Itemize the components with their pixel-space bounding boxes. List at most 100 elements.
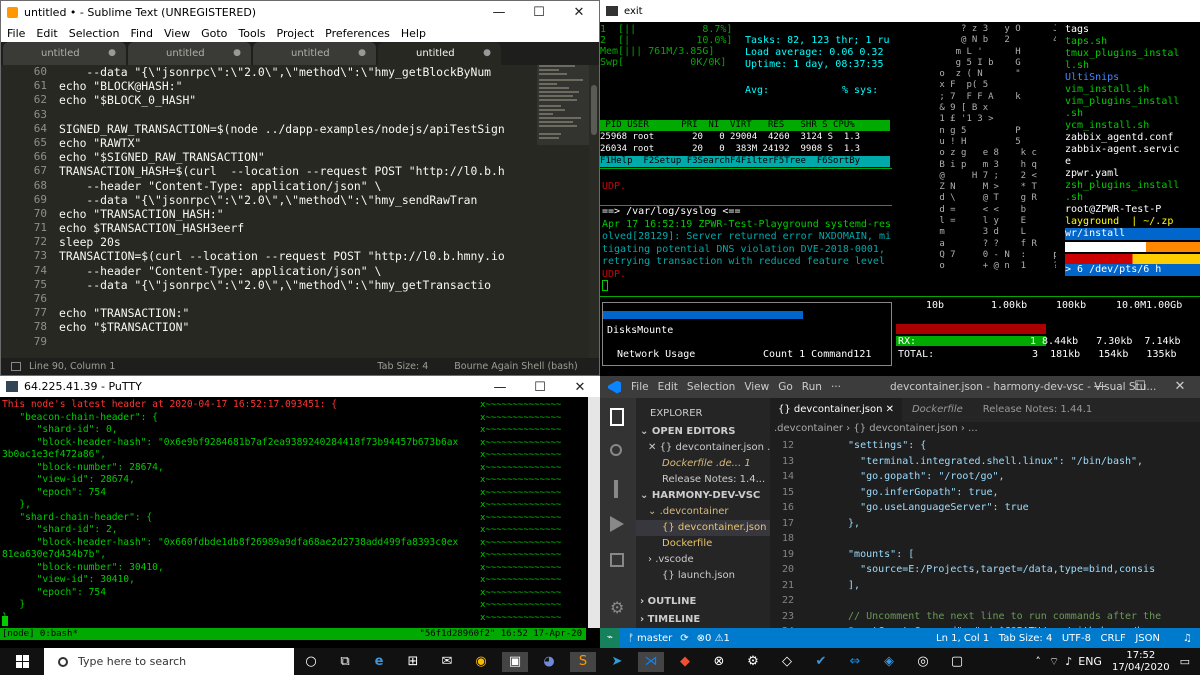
menu-view[interactable]: View	[744, 381, 769, 393]
menu-selection[interactable]: Selection	[69, 27, 120, 40]
source-control-icon[interactable]	[614, 480, 618, 498]
process-row[interactable]: 25968 root 20 0 29004 4260 3124 S 1.3	[600, 132, 890, 143]
cortana-icon[interactable]: ○	[298, 652, 324, 672]
sublime-tab[interactable]: untitled ●	[128, 42, 251, 65]
dirty-dot-icon[interactable]: ●	[358, 42, 366, 65]
scroll-thumb[interactable]	[591, 85, 597, 135]
close-button[interactable]: ✕	[560, 376, 600, 399]
discord-icon[interactable]: ◕	[536, 652, 562, 672]
process-row[interactable]: 26034 root 20 0 383M 24192 9908 S 1.3	[600, 144, 890, 155]
bell-icon[interactable]: ♫	[1183, 633, 1192, 644]
task-view-icon[interactable]: ⧉	[332, 652, 358, 672]
vscode-taskbar-icon[interactable]: ⋊	[638, 651, 664, 672]
settings-icon[interactable]: ⚙	[740, 652, 766, 672]
outline-section[interactable]: › OUTLINE	[636, 594, 696, 610]
editor-tab[interactable]: Release Notes: 1.44.1	[973, 398, 1103, 422]
remote-indicator[interactable]: ⌁	[600, 628, 620, 648]
telegram-icon[interactable]: ➤	[604, 652, 630, 672]
camera-icon[interactable]: ◎	[910, 652, 936, 672]
sublime-tab-active[interactable]: untitled ●	[378, 42, 501, 65]
editor-tab[interactable]: Dockerfile	[902, 398, 973, 422]
htop-function-keys[interactable]: F1Help F2Setup F3SearchF4FilterF5Tree F6…	[600, 156, 890, 167]
close-button[interactable]: ✕	[559, 1, 599, 24]
tree-folder[interactable]: › .vscode	[636, 552, 770, 568]
tmux-session[interactable]: [node] 0:bash*	[2, 629, 78, 639]
close-button[interactable]: ✕	[1160, 376, 1200, 398]
search-icon[interactable]	[610, 444, 622, 456]
menu-file[interactable]: File	[631, 381, 649, 393]
teamviewer-icon[interactable]: ⇔	[842, 652, 868, 672]
menu-find[interactable]: Find	[130, 27, 153, 40]
maximize-button[interactable]: ☐	[519, 1, 559, 24]
code-area[interactable]: "settings": { "terminal.integrated.shell…	[836, 438, 1200, 640]
menu-goto[interactable]: Goto	[201, 27, 227, 40]
store-icon[interactable]: ⊞	[400, 652, 426, 672]
explorer-icon[interactable]	[610, 408, 624, 426]
sync-icon[interactable]: ⟳	[680, 633, 688, 644]
putty-output[interactable]: This node's latest header at 2020-04-17 …	[2, 399, 480, 625]
problems-count[interactable]: ⊗0 ⚠1	[697, 633, 730, 644]
open-editor-item[interactable]: Release Notes: 1.4...	[636, 472, 770, 488]
sublime-tab[interactable]: untitled ●	[253, 42, 376, 65]
open-editor-item[interactable]: ✕ {} devcontainer.json ...	[636, 440, 770, 456]
maximize-button[interactable]: ☐	[1120, 376, 1160, 398]
project-section[interactable]: ⌄ HARMONY-DEV-VSC	[636, 488, 770, 504]
menu-go[interactable]: Go	[778, 381, 793, 393]
tray-overflow-icon[interactable]: ˄	[1035, 655, 1041, 668]
tab-size[interactable]: Tab Size: 4	[377, 361, 428, 372]
menu-edit[interactable]: Edit	[36, 27, 57, 40]
editor-tab-active[interactable]: {} devcontainer.json ✕	[770, 398, 902, 422]
git-branch-icon[interactable]: ᚠ	[628, 633, 634, 644]
menu-help[interactable]: Help	[401, 27, 426, 40]
putty-taskbar-icon[interactable]: ▣	[502, 651, 528, 672]
syntax-mode[interactable]: Bourne Again Shell (bash)	[454, 361, 577, 372]
edge-icon[interactable]: e	[366, 652, 392, 672]
vertical-scrollbar[interactable]	[589, 65, 599, 359]
unknown-app-icon[interactable]: ▢	[944, 652, 970, 672]
menu-view[interactable]: View	[164, 27, 190, 40]
git-branch[interactable]: master	[637, 633, 672, 644]
minimap[interactable]	[537, 65, 589, 359]
sublime-taskbar-icon[interactable]: S	[570, 651, 596, 672]
run-debug-icon[interactable]	[610, 516, 624, 532]
breadcrumb[interactable]: .devcontainer › {} devcontainer.json › .…	[770, 422, 1200, 436]
dirty-dot-icon[interactable]: ●	[233, 42, 241, 65]
shield-icon[interactable]: ◈	[876, 652, 902, 672]
tree-file[interactable]: {} launch.json	[636, 568, 770, 584]
open-editors-section[interactable]: ⌄ OPEN EDITORS	[636, 424, 770, 440]
network-icon[interactable]: ⌔	[1049, 655, 1059, 669]
box-icon[interactable]: ◇	[774, 652, 800, 672]
mail-icon[interactable]: ✉	[434, 652, 460, 672]
minimize-button[interactable]: —	[1080, 376, 1120, 398]
git-icon[interactable]: ◆	[672, 652, 698, 672]
menu-project[interactable]: Project	[277, 27, 315, 40]
volume-icon[interactable]: ♪	[1065, 655, 1072, 668]
checkmark-icon[interactable]: ✔	[808, 652, 834, 672]
minimize-button[interactable]: —	[480, 376, 520, 399]
menu-preferences[interactable]: Preferences	[325, 27, 390, 40]
panel-toggle-icon[interactable]	[11, 362, 21, 371]
menu-more[interactable]: ···	[831, 381, 841, 393]
sublime-tab[interactable]: untitled ●	[3, 42, 126, 65]
extensions-icon[interactable]	[610, 553, 624, 567]
menu-run[interactable]: Run	[802, 381, 822, 393]
xbox-icon[interactable]: ⊗	[706, 652, 732, 672]
notifications-icon[interactable]: ▭	[1180, 655, 1190, 668]
menu-tools[interactable]: Tools	[238, 27, 265, 40]
open-editor-item[interactable]: Dockerfile .de... 1	[636, 456, 770, 472]
clock[interactable]: 17:52 17/04/2020	[1112, 650, 1170, 674]
minimize-button[interactable]: —	[479, 1, 519, 24]
dirty-dot-icon[interactable]: ●	[108, 42, 116, 65]
language-indicator[interactable]: ENG	[1078, 655, 1102, 668]
cursor-position[interactable]: Line 90, Column 1	[29, 361, 115, 372]
chrome-icon[interactable]: ◉	[468, 652, 494, 672]
windows-start-icon[interactable]	[4, 652, 40, 672]
menu-edit[interactable]: Edit	[658, 381, 678, 393]
dirty-dot-icon[interactable]: ●	[483, 42, 491, 65]
vertical-scrollbar[interactable]	[588, 397, 600, 628]
status-right[interactable]: Ln 1, Col 1 Tab Size: 4 UTF-8 CRLF JSON	[936, 633, 1160, 644]
settings-gear-icon[interactable]: ⚙	[610, 598, 624, 617]
tree-file-active[interactable]: {} devcontainer.json	[636, 520, 770, 536]
tree-folder[interactable]: ⌄ .devcontainer	[636, 504, 770, 520]
timeline-section[interactable]: › TIMELINE	[636, 612, 700, 628]
